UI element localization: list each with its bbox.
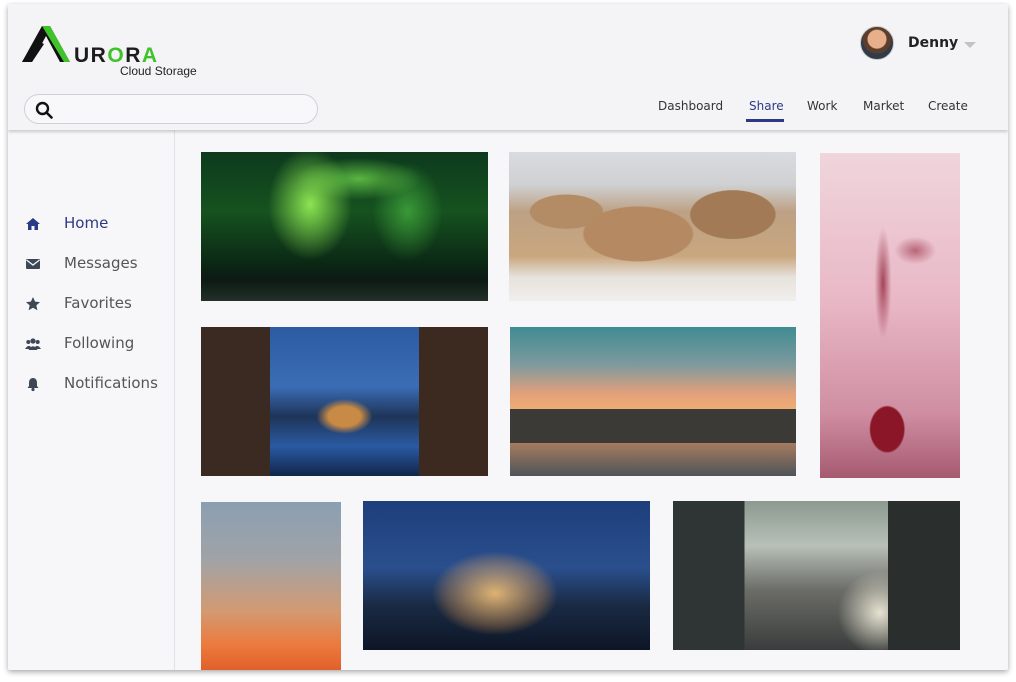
- star-icon: [26, 297, 40, 311]
- sidebar-item-messages[interactable]: Messages: [8, 252, 174, 276]
- photo-canal-city-night[interactable]: [201, 327, 488, 476]
- tab-create[interactable]: Create: [928, 99, 968, 113]
- sidebar-item-label: Messages: [64, 254, 138, 272]
- photo-sunset-sky[interactable]: [201, 502, 341, 670]
- logo-subtitle: Cloud Storage: [120, 64, 197, 78]
- sidebar-item-label: Home: [64, 214, 109, 232]
- aurora-logo[interactable]: URORA Cloud Storage: [20, 22, 210, 82]
- user-name[interactable]: Denny: [908, 35, 958, 51]
- sidebar-item-following[interactable]: Following: [8, 332, 174, 356]
- search-input[interactable]: [24, 94, 318, 124]
- app-window: URORA Cloud Storage Denny Dashboard Shar…: [8, 4, 1008, 670]
- top-header: URORA Cloud Storage Denny Dashboard Shar…: [8, 4, 1008, 130]
- sidebar-item-label: Favorites: [64, 294, 132, 312]
- home-icon: [26, 218, 40, 230]
- sidebar-item-notifications[interactable]: Notifications: [8, 372, 174, 396]
- sidebar-item-label: Following: [64, 334, 135, 352]
- users-icon: [25, 338, 41, 350]
- photo-steel-wool-pier[interactable]: [363, 501, 650, 650]
- tab-dashboard[interactable]: Dashboard: [658, 99, 723, 113]
- tab-market[interactable]: Market: [863, 99, 904, 113]
- chevron-down-icon[interactable]: [964, 41, 977, 48]
- tab-share[interactable]: Share: [749, 99, 784, 113]
- tab-work[interactable]: Work: [807, 99, 837, 113]
- search-icon[interactable]: [35, 101, 53, 119]
- envelope-icon: [26, 259, 40, 269]
- photo-paris-bridge-sunset[interactable]: [510, 327, 796, 476]
- sidebar-item-label: Notifications: [64, 374, 158, 392]
- avatar[interactable]: [860, 26, 894, 60]
- photo-city-street[interactable]: [673, 501, 960, 650]
- active-tab-indicator: [746, 119, 784, 122]
- user-menu[interactable]: Denny: [860, 26, 977, 60]
- sidebar-item-home[interactable]: Home: [8, 212, 174, 236]
- sidebar: Home Messages Favorites Following Notifi…: [8, 130, 175, 670]
- logo-mark-icon: [22, 26, 70, 62]
- photo-northern-lights[interactable]: [201, 152, 488, 301]
- photo-liquid-splash[interactable]: [820, 153, 960, 478]
- photo-walruses[interactable]: [509, 152, 796, 301]
- bell-icon: [27, 378, 39, 392]
- sidebar-item-favorites[interactable]: Favorites: [8, 292, 174, 316]
